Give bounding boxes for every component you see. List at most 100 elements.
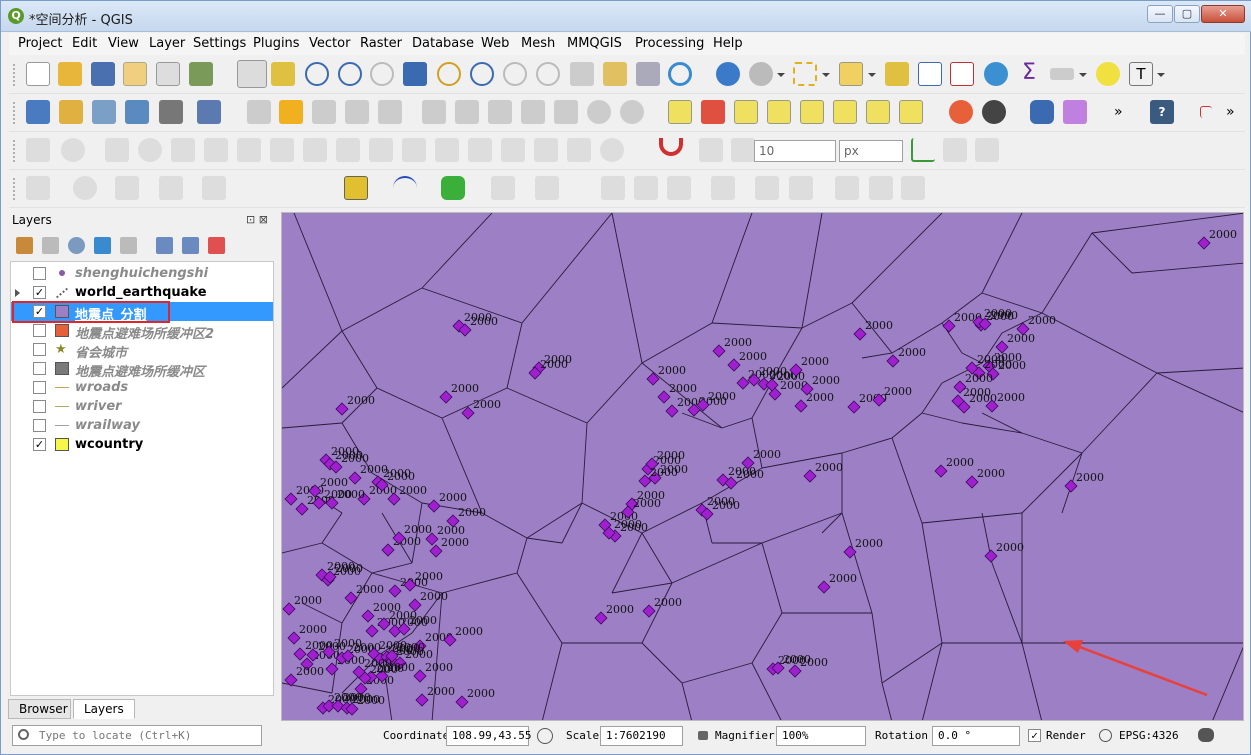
toolbar-overflow-icon[interactable]: » [1114,104,1126,120]
messages-icon[interactable] [1198,728,1214,742]
zoom-1-1-icon[interactable] [370,62,394,86]
modify-attributes-icon[interactable] [422,100,446,124]
merge-tool-icon[interactable] [711,176,735,200]
coordinate-toggle-icon[interactable] [537,728,553,744]
magnifier-field[interactable]: 100% [776,726,866,746]
layer-row[interactable]: wroads [11,378,273,397]
add-ring-icon[interactable] [204,138,228,162]
select-features-dropdown-icon[interactable] [822,73,830,77]
layer-visibility-checkbox[interactable] [33,267,46,280]
text-annotation-icon[interactable]: T [1129,62,1153,86]
new-3d-map-icon[interactable] [603,62,627,86]
snapping-unit-select[interactable]: px [839,140,903,162]
split-parts-icon[interactable] [468,138,492,162]
toolbar-grip[interactable] [13,178,17,200]
trim-extend-icon[interactable] [535,176,559,200]
menu-mesh[interactable]: Mesh [521,36,555,51]
add-feature-icon[interactable] [345,100,369,124]
help-icon[interactable]: ? [1150,100,1174,124]
layer-visibility-checkbox[interactable]: ✓ [33,286,46,299]
snapping-magnet-icon[interactable] [659,138,683,156]
minimize-button[interactable]: — [1147,5,1173,23]
curve-tool-icon[interactable] [393,176,417,200]
crs-label[interactable]: EPSG:4326 [1119,729,1179,742]
rotate-tool-icon[interactable] [755,176,779,200]
plugin-icon[interactable] [949,100,973,124]
vertex-tool-icon[interactable] [378,100,402,124]
snapping-tolerance-input[interactable]: 10 [754,140,836,162]
menu-plugins[interactable]: Plugins [253,36,300,51]
run-action-icon[interactable] [749,62,773,86]
style-manager-icon[interactable] [189,62,213,86]
field-calculator-icon[interactable] [950,62,974,86]
menu-help[interactable]: Help [713,36,743,51]
toggle-editing-icon[interactable] [247,100,271,124]
render-checkbox[interactable]: ✓ [1028,729,1041,742]
new-layer-icon[interactable] [59,100,83,124]
crosshair-icon[interactable] [1200,106,1212,118]
offset-tool-icon[interactable] [835,176,859,200]
split-tool-icon[interactable] [667,176,691,200]
new-project-icon[interactable] [26,62,50,86]
remove-layer-icon[interactable] [208,237,225,254]
map-canvas[interactable]: 2000 2000 2000 2000 2000 2000 2000 2000 2000 2000… [281,212,1244,721]
zoom-out-icon[interactable] [338,62,362,86]
panel-dock-buttons[interactable]: ⊡ ⊠ [246,213,268,226]
highlight-pinned-labels-icon[interactable] [734,100,758,124]
simplify-feature-icon[interactable] [171,138,195,162]
layer-visibility-checkbox[interactable] [33,381,46,394]
plugin-shapes-icon[interactable] [1063,100,1087,124]
digitize-line-icon[interactable] [26,176,50,200]
open-project-icon[interactable] [58,62,82,86]
add-delimited-text-icon[interactable] [159,100,183,124]
diagram-tool-icon[interactable] [701,100,725,124]
identify-icon[interactable] [716,62,740,86]
add-part-icon[interactable] [237,138,261,162]
menu-settings[interactable]: Settings [193,36,246,51]
rotate-label-icon[interactable] [866,100,890,124]
add-circle-icon[interactable] [73,176,97,200]
map-tips-icon[interactable] [1096,62,1120,86]
merge-attributes-icon[interactable] [534,138,558,162]
self-snapping-icon[interactable] [943,138,967,162]
fill-ring-icon[interactable] [270,138,294,162]
menu-mmqgis[interactable]: MMQGIS [567,36,622,51]
split-features-icon[interactable] [435,138,459,162]
copy-features-icon[interactable] [521,100,545,124]
reshape-tool-icon[interactable] [789,176,813,200]
filter-legend-icon[interactable] [94,237,111,254]
reshape-features-icon[interactable] [369,138,393,162]
manage-visibility-icon[interactable] [68,237,85,254]
add-raster-layer-icon[interactable] [125,100,149,124]
menu-project[interactable]: Project [18,36,62,51]
statistics-sigma-icon[interactable]: Σ [1017,62,1041,86]
menu-database[interactable]: Database [412,36,474,51]
offset-curve-icon[interactable] [402,138,426,162]
layer-row[interactable]: 地震点避难场所缓冲区 [11,359,273,380]
cut-features-icon[interactable] [488,100,512,124]
rotate-feature-icon[interactable] [138,138,162,162]
merge-parts-tool-icon[interactable] [901,176,925,200]
avoid-overlap-icon[interactable] [975,138,999,162]
zoom-to-selection-icon[interactable] [437,62,461,86]
menu-raster[interactable]: Raster [360,36,402,51]
toolbar-grip[interactable] [13,64,17,86]
open-layer-styling-icon[interactable] [16,237,33,254]
menu-vector[interactable]: Vector [309,36,350,51]
delete-selected-icon[interactable] [455,100,479,124]
delete-ring-icon[interactable] [303,138,327,162]
menu-view[interactable]: View [108,36,139,51]
move-label-icon[interactable] [833,100,857,124]
attribute-table-icon[interactable] [918,62,942,86]
new-print-layout-icon[interactable] [123,62,147,86]
select-by-value-dropdown-icon[interactable] [868,73,876,77]
layer-row[interactable]: ★ 省会城市 [11,340,273,361]
add-ellipse-icon[interactable] [115,176,139,200]
layer-visibility-checkbox[interactable]: ✓ [33,438,46,451]
save-project-icon[interactable] [91,62,115,86]
tab-layers[interactable]: Layers [73,699,135,719]
select-by-value-icon[interactable] [839,62,863,86]
move-feature-icon[interactable] [105,138,129,162]
annotation-dropdown-icon[interactable] [1157,73,1165,77]
vertex-editor-icon[interactable] [491,176,515,200]
